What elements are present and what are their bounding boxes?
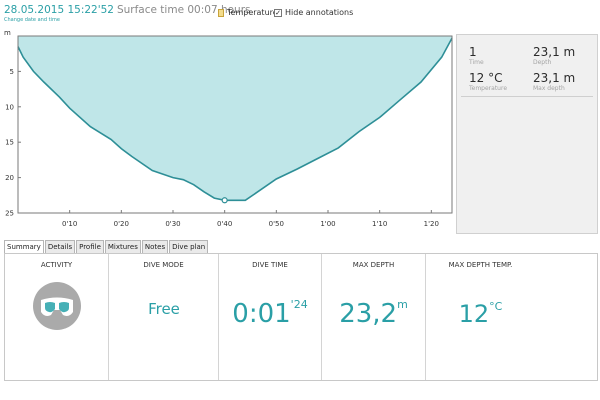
max-depth-temp-value: 12: [458, 300, 490, 328]
depth-profile-chart[interactable]: m 5 10 15 20 25 0'10 0'20 0'30 0'40 0'50 1'00 1'10 1'…: [0, 26, 456, 234]
max-depth-temp-panel: MAX DEPTH TEMP. 12°C: [425, 254, 535, 380]
temperature-toggle[interactable]: Temperature: [218, 8, 278, 17]
stat-depth-label: Depth: [533, 59, 552, 66]
stat-temperature-value: 12 °C: [469, 71, 503, 85]
stat-time-label: Time: [469, 59, 484, 66]
dive-header: 28.05.2015 15:22'52 Surface time 00:07 ho…: [4, 4, 596, 26]
y-tick-label: 5: [10, 68, 14, 76]
stat-depth-value: 23,1 m: [533, 45, 576, 59]
dive-tabs: Summary Details Profile Mixtures Notes D…: [4, 240, 209, 254]
max-depth-title: MAX DEPTH: [352, 261, 395, 269]
stat-temperature: 12 °C Temperature: [469, 71, 535, 92]
x-tick-label: 1'10: [372, 220, 387, 228]
tab-notes[interactable]: Notes: [141, 240, 169, 253]
y-tick-label: 15: [5, 139, 14, 147]
tab-details[interactable]: Details: [44, 240, 76, 253]
dive-mode-panel: DIVE MODE Free: [108, 254, 218, 380]
max-depth-temp-unit: °C: [489, 300, 503, 313]
change-date-time-link[interactable]: Change date and time: [4, 17, 60, 23]
depth-area-fill: [18, 36, 452, 201]
hide-annotations-checkbox[interactable]: ✓: [274, 8, 282, 17]
hide-annotations-toggle[interactable]: ✓ Hide annotations: [274, 8, 353, 17]
dive-date-time-text: 28.05.2015 15:22'52: [4, 4, 114, 16]
stat-temperature-label: Temperature: [469, 85, 508, 92]
stat-max-depth-value: 23,1 m: [533, 71, 576, 85]
tab-profile[interactable]: Profile: [76, 240, 104, 253]
summary-panel: ACTIVITY DIVE MODE Free DIVE TIME 0:01'2…: [4, 253, 598, 381]
activity-panel: ACTIVITY: [5, 254, 108, 380]
tab-mixtures[interactable]: Mixtures: [104, 240, 141, 253]
stats-grid: 1 Time 23,1 m Depth 12 °C Temperature 23…: [461, 39, 593, 97]
dive-time-title: DIVE TIME: [252, 261, 288, 269]
x-tick-label: 0'30: [165, 220, 180, 228]
x-tick-label: 0'20: [114, 220, 129, 228]
activity-title: ACTIVITY: [40, 261, 73, 269]
max-depth-panel: MAX DEPTH 23,2m: [321, 254, 425, 380]
dive-mode-title: DIVE MODE: [143, 261, 184, 269]
stat-max-depth-label: Max depth: [533, 85, 565, 92]
tab-dive-plan[interactable]: Dive plan: [169, 240, 209, 253]
dive-time-panel: DIVE TIME 0:01'24: [218, 254, 321, 380]
dive-point-stats-panel: 1 Time 23,1 m Depth 12 °C Temperature 23…: [456, 34, 598, 234]
temperature-legend-icon: [218, 8, 224, 17]
current-position-marker: [221, 197, 228, 204]
stat-time-value: 1: [469, 45, 477, 59]
dive-time-value: 0:01: [232, 299, 291, 329]
max-depth-temp-title: MAX DEPTH TEMP.: [448, 261, 513, 269]
max-depth-value: 23,2: [339, 299, 398, 329]
max-depth-display: 23,2m: [322, 298, 425, 329]
diving-mask-icon: [33, 282, 81, 330]
hide-annotations-label: Hide annotations: [285, 8, 354, 17]
y-tick-label: 25: [5, 210, 14, 218]
max-depth-temp-display: 12°C: [426, 300, 535, 328]
y-tick-label: 20: [5, 174, 14, 182]
stat-max-depth: 23,1 m Max depth: [533, 71, 599, 92]
dive-time-seconds: '24: [290, 298, 308, 311]
y-tick-label: 10: [5, 103, 14, 111]
tab-summary[interactable]: Summary: [4, 240, 44, 254]
stat-depth: 23,1 m Depth: [533, 45, 599, 66]
dive-mode-value: Free: [148, 300, 180, 318]
x-tick-label: 1'20: [424, 220, 439, 228]
x-tick-label: 0'50: [269, 220, 284, 228]
x-tick-label: 1'00: [320, 220, 335, 228]
y-axis-unit-label: m: [4, 29, 11, 37]
max-depth-unit: m: [397, 298, 408, 311]
x-tick-label: 0'40: [217, 220, 232, 228]
dive-date-time: 28.05.2015 15:22'52 Surface time 00:07 ho…: [4, 4, 251, 16]
x-tick-label: 0'10: [62, 220, 77, 228]
temperature-toggle-label: Temperature: [227, 8, 278, 17]
dive-time-display: 0:01'24: [219, 298, 321, 329]
stat-time: 1 Time: [469, 45, 535, 66]
